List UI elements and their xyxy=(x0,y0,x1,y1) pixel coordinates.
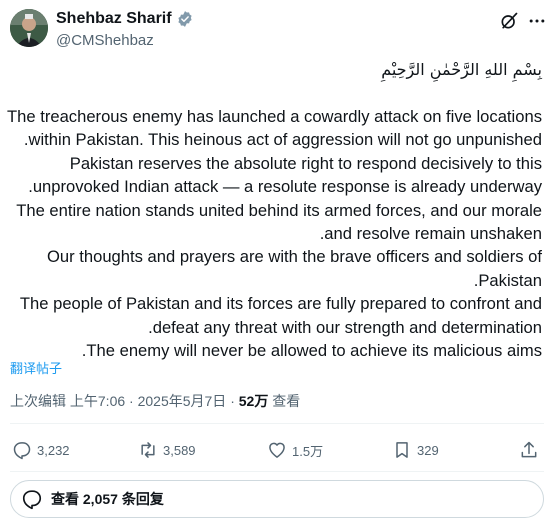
bookmark-count: 329 xyxy=(417,442,439,458)
post-text-line: The entire nation stands united behind i… xyxy=(16,200,542,220)
post-header: Shehbaz Sharif @CMShehbaz xyxy=(0,0,554,56)
meta-separator: · xyxy=(125,393,138,409)
post-basmala: بِسْمِ اللهِ الرَّحْمٰنِ الرَّحِيْمِ xyxy=(381,60,542,79)
post-text-line: .unprovoked Indian attack — a resolute r… xyxy=(28,177,542,197)
like-count: 1.5万 xyxy=(292,443,324,459)
share-icon xyxy=(521,441,537,458)
meta-separator: · xyxy=(226,393,239,409)
view-replies-button[interactable]: 查看 2,057 条回复 xyxy=(10,480,544,518)
reply-button[interactable]: 3,232 xyxy=(12,436,70,464)
author-info: Shehbaz Sharif @CMShehbaz xyxy=(56,9,194,51)
repost-count: 3,589 xyxy=(163,442,196,458)
repost-icon xyxy=(141,442,155,458)
post-date[interactable]: 2025年5月7日 xyxy=(138,393,227,409)
post-text-line: .within Pakistan. This heinous act of ag… xyxy=(23,130,542,150)
speech-bubble-icon xyxy=(22,490,42,510)
like-icon xyxy=(269,442,285,458)
views-count: 52万 xyxy=(238,393,269,409)
reply-icon xyxy=(13,442,31,460)
divider xyxy=(10,423,544,424)
avatar[interactable] xyxy=(10,9,48,47)
author-name[interactable]: Shehbaz Sharif xyxy=(56,10,172,28)
share-button[interactable] xyxy=(519,436,544,464)
repost-button[interactable]: 3,589 xyxy=(138,436,196,464)
post-text-line: .The enemy will never be allowed to achi… xyxy=(81,340,542,360)
reply-count: 3,232 xyxy=(37,442,70,458)
post-text: The treacherous enemy has launched a cow… xyxy=(0,105,554,362)
post-text-line: .and resolve remain unshaken xyxy=(319,223,542,243)
divider xyxy=(10,471,544,472)
edited-label[interactable]: 上次编辑 xyxy=(10,393,66,409)
post-text-line: Our thoughts and prayers are with the br… xyxy=(46,247,542,267)
post-text-line: .Pakistan xyxy=(473,270,542,290)
post-text-line: Pakistan reserves the absolute right to … xyxy=(69,153,542,173)
bookmark-button[interactable]: 329 xyxy=(392,436,439,464)
verified-badge-icon xyxy=(177,11,192,27)
translate-post-link[interactable]: 翻译帖子 xyxy=(10,358,62,377)
post-time[interactable]: 上午7:06 xyxy=(70,393,125,409)
grok-icon[interactable] xyxy=(499,11,519,31)
like-button[interactable]: 1.5万 xyxy=(267,436,323,464)
more-icon[interactable] xyxy=(527,11,547,31)
view-replies-label: 查看 2,057 条回复 xyxy=(51,491,164,507)
bookmark-icon xyxy=(396,442,408,458)
post-text-line: .defeat any threat with our strength and… xyxy=(148,317,542,337)
post-text-line: The people of Pakistan and its forces ar… xyxy=(19,294,542,314)
views-label: 查看 xyxy=(268,393,301,409)
post-text-line: The treacherous enemy has launched a cow… xyxy=(7,107,542,126)
action-bar: 3,232 3,589 1.5万 329 xyxy=(0,436,554,464)
author-handle[interactable]: @CMShehbaz xyxy=(56,31,194,51)
post-meta: 上次编辑 上午7:06 · 2025年5月7日 · 52万 查看 xyxy=(10,391,300,411)
avatar-image xyxy=(10,9,48,47)
